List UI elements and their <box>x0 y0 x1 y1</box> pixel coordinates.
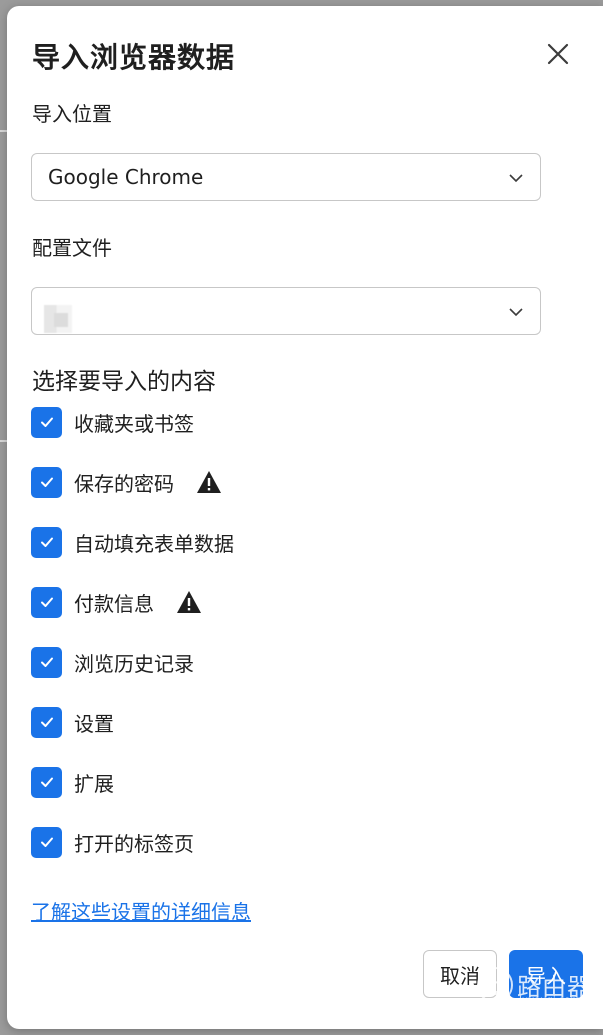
warning-icon <box>197 471 221 493</box>
checkmark-icon <box>40 777 53 787</box>
checkbox[interactable] <box>31 406 62 438</box>
import-from-select[interactable]: Google Chrome <box>31 153 541 201</box>
checkmark-icon <box>40 417 53 427</box>
import-item[interactable]: 付款信息 <box>31 586 202 618</box>
import-item-label: 自动填充表单数据 <box>74 531 234 556</box>
dialog-title: 导入浏览器数据 <box>32 41 236 74</box>
warning-icon <box>177 591 201 613</box>
checkbox[interactable] <box>31 706 62 738</box>
import-item-label: 浏览历史记录 <box>74 651 194 676</box>
import-item[interactable]: 保存的密码 <box>31 466 222 498</box>
import-item-label: 付款信息 <box>74 591 154 616</box>
learn-more-link[interactable]: 了解这些设置的详细信息 <box>31 896 251 925</box>
checkbox[interactable] <box>31 766 62 798</box>
import-item[interactable]: 扩展 <box>31 766 114 798</box>
profile-label: 配置文件 <box>32 236 112 260</box>
checkmark-icon <box>40 657 53 667</box>
cancel-button[interactable]: 取消 <box>423 950 497 998</box>
checkmark-icon <box>40 537 53 547</box>
import-from-label: 导入位置 <box>32 102 112 126</box>
checkmark-icon <box>40 597 53 607</box>
profile-select[interactable] <box>31 287 541 335</box>
close-icon <box>547 43 569 65</box>
checkbox[interactable] <box>31 646 62 678</box>
close-button[interactable] <box>542 38 574 70</box>
checkbox[interactable] <box>31 466 62 498</box>
import-item[interactable]: 收藏夹或书签 <box>31 406 194 438</box>
import-item-label: 打开的标签页 <box>74 831 194 856</box>
checkbox[interactable] <box>31 586 62 618</box>
import-item[interactable]: 自动填充表单数据 <box>31 526 234 558</box>
import-item-label: 扩展 <box>74 771 114 796</box>
import-item-label: 保存的密码 <box>74 471 174 496</box>
import-item-label: 设置 <box>74 711 114 736</box>
import-item-label: 收藏夹或书签 <box>74 411 194 436</box>
checkmark-icon <box>40 717 53 727</box>
checkmark-icon <box>40 837 53 847</box>
import-button[interactable]: 导入 <box>509 950 583 998</box>
import-browser-data-dialog: 导入浏览器数据 导入位置 Google Chrome 配置文件 选择要导入的内容… <box>7 6 603 1029</box>
import-item[interactable]: 打开的标签页 <box>31 826 194 858</box>
import-item[interactable]: 浏览历史记录 <box>31 646 194 678</box>
chevron-down-icon <box>509 174 523 183</box>
profile-avatar <box>44 305 72 333</box>
checkmark-icon <box>40 477 53 487</box>
checkbox[interactable] <box>31 526 62 558</box>
chevron-down-icon <box>509 308 523 317</box>
import-item[interactable]: 设置 <box>31 706 114 738</box>
checkbox[interactable] <box>31 826 62 858</box>
content-heading: 选择要导入的内容 <box>32 369 216 395</box>
import-from-value: Google Chrome <box>48 165 204 189</box>
